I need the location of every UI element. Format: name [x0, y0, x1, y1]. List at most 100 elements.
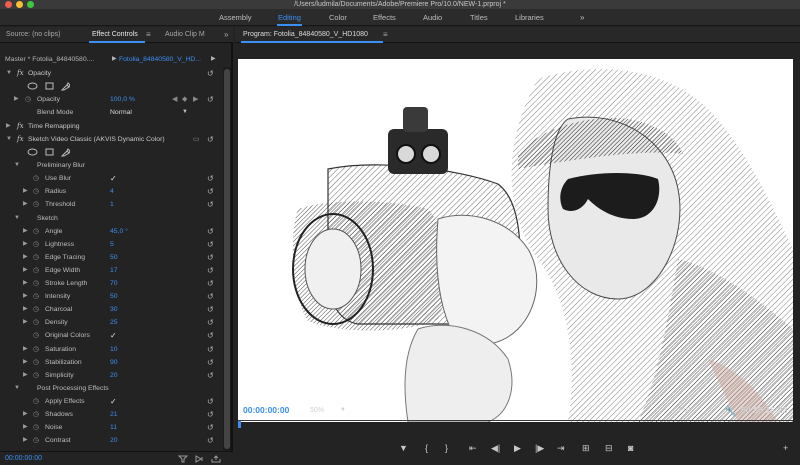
radius-value[interactable]: 4 [110, 185, 114, 198]
prev-keyframe-icon[interactable]: ◀ [172, 93, 177, 106]
lightness-value[interactable]: 5 [110, 238, 114, 251]
expand-triangle-icon[interactable]: ▶ [23, 356, 28, 369]
expand-triangle-icon[interactable]: ▼ [14, 159, 20, 172]
reset-icon[interactable]: ↺ [207, 356, 214, 369]
reset-icon[interactable]: ↺ [207, 172, 214, 185]
expand-triangle-icon[interactable]: ▶ [23, 185, 28, 198]
play-button[interactable]: ▶ [514, 443, 521, 454]
reset-icon[interactable]: ↺ [207, 434, 214, 447]
stroke-length-value[interactable]: 70 [110, 277, 118, 290]
mark-out-icon[interactable]: } [445, 443, 448, 453]
expand-triangle-icon[interactable]: ▶ [23, 277, 28, 290]
charcoal-value[interactable]: 30 [110, 303, 118, 316]
pen-mask-icon[interactable] [61, 82, 70, 91]
chevron-down-icon[interactable]: ▼ [340, 403, 346, 418]
step-forward-icon[interactable]: |▶ [535, 443, 544, 454]
reset-icon[interactable]: ↺ [207, 329, 214, 342]
insert-icon[interactable]: ⊞ [582, 443, 590, 454]
stopwatch-icon[interactable]: ◷ [33, 421, 39, 434]
noise-value[interactable]: 11 [110, 421, 117, 434]
expand-triangle-icon[interactable]: ▶ [23, 251, 28, 264]
effect-controls-menu-icon[interactable]: ≡ [146, 27, 151, 43]
reset-icon[interactable]: ▶ [211, 53, 216, 66]
scrollbar-thumb[interactable] [224, 69, 230, 449]
stopwatch-icon[interactable]: ◷ [33, 329, 39, 342]
playhead[interactable] [238, 421, 241, 428]
stopwatch-icon[interactable]: ◷ [25, 93, 31, 106]
ellipse-mask-icon[interactable] [27, 148, 38, 156]
program-menu-icon[interactable]: ≡ [383, 27, 388, 43]
effect-controls-timecode[interactable]: 00:00:00:00 [5, 452, 42, 465]
reset-icon[interactable]: ↺ [207, 93, 214, 106]
chevron-down-icon[interactable]: ▼ [708, 403, 714, 418]
threshold-value[interactable]: 1 [110, 198, 114, 211]
rectangle-mask-icon[interactable] [45, 148, 54, 156]
expand-triangle-icon[interactable]: ▶ [23, 421, 28, 434]
edge-width-value[interactable]: 17 [110, 264, 118, 277]
use-blur-checkbox[interactable]: ✓ [110, 172, 117, 185]
workspace-audio[interactable]: Audio [423, 9, 442, 26]
expand-triangle-icon[interactable]: ▶ [23, 303, 28, 316]
stopwatch-icon[interactable]: ◷ [33, 356, 39, 369]
ellipse-mask-icon[interactable] [27, 82, 38, 90]
tab-audio-clip-mixer[interactable]: Audio Clip M [165, 27, 205, 43]
playback-resolution-select[interactable]: Full [679, 403, 690, 418]
fx-icon[interactable]: fx [17, 120, 24, 133]
pen-mask-icon[interactable] [61, 148, 70, 157]
opacity-effect-row[interactable]: ▼ fx Opacity ↺ [0, 67, 222, 80]
expand-triangle-icon[interactable]: ▼ [6, 67, 12, 80]
expand-triangle-icon[interactable]: ▶ [23, 198, 28, 211]
stopwatch-icon[interactable]: ◷ [33, 172, 39, 185]
overwrite-icon[interactable]: ⊟ [605, 443, 613, 454]
reset-icon[interactable]: ↺ [207, 303, 214, 316]
simplicity-value[interactable]: 20 [110, 369, 118, 382]
video-preview[interactable] [238, 59, 793, 422]
workspace-more-button[interactable]: » [580, 9, 584, 26]
stopwatch-icon[interactable]: ◷ [33, 343, 39, 356]
wrench-icon[interactable]: 🔧 [725, 406, 736, 417]
angle-value[interactable]: 45,0 ° [110, 225, 128, 238]
reset-icon[interactable]: ↺ [207, 67, 214, 80]
zoom-level-select[interactable]: 50% [310, 403, 324, 418]
reset-icon[interactable]: ↺ [207, 264, 214, 277]
intensity-value[interactable]: 50 [110, 290, 118, 303]
reset-icon[interactable]: ↺ [207, 251, 214, 264]
opacity-value[interactable]: 100,0 % [110, 93, 135, 106]
add-marker-icon[interactable]: ▼ [399, 443, 408, 453]
stopwatch-icon[interactable]: ◷ [33, 185, 39, 198]
workspace-titles[interactable]: Titles [470, 9, 488, 26]
play-audio-icon[interactable] [195, 455, 205, 463]
blend-mode-select[interactable]: Normal [110, 106, 190, 119]
stopwatch-icon[interactable]: ◷ [33, 277, 39, 290]
clip-selector[interactable]: Fotolia_84840580_V_HD... [119, 53, 201, 66]
expand-triangle-icon[interactable]: ▶ [23, 225, 28, 238]
stopwatch-icon[interactable]: ◷ [33, 225, 39, 238]
workspace-effects[interactable]: Effects [373, 9, 396, 26]
reset-icon[interactable]: ↺ [207, 395, 214, 408]
apply-effects-checkbox[interactable]: ✓ [110, 395, 117, 408]
tab-source[interactable]: Source: (no clips) [6, 27, 60, 43]
stopwatch-icon[interactable]: ◷ [33, 316, 39, 329]
stopwatch-icon[interactable]: ◷ [33, 303, 39, 316]
reset-icon[interactable]: ↺ [207, 198, 214, 211]
workspace-color[interactable]: Color [329, 9, 347, 26]
opacity-row[interactable]: ▶ ◷ Opacity 100,0 % ◀ ◆ ▶ ↺ [0, 93, 222, 106]
go-to-in-icon[interactable]: ⇤ [469, 443, 477, 454]
reset-icon[interactable]: ↺ [207, 290, 214, 303]
stopwatch-icon[interactable]: ◷ [33, 264, 39, 277]
stopwatch-icon[interactable]: ◷ [33, 238, 39, 251]
export-icon[interactable] [211, 455, 221, 463]
dropdown-arrow-icon[interactable]: ▶ [112, 53, 117, 66]
time-ruler[interactable] [238, 420, 793, 432]
vertical-scrollbar[interactable] [223, 67, 231, 457]
expand-triangle-icon[interactable]: ▶ [14, 93, 19, 106]
playhead-timecode[interactable]: 00:00:00:00 [243, 403, 289, 418]
reset-icon[interactable]: ↺ [207, 133, 214, 146]
reset-icon[interactable]: ↺ [207, 238, 214, 251]
density-value[interactable]: 25 [110, 316, 118, 329]
add-keyframe-icon[interactable]: ◆ [182, 93, 187, 106]
edge-tracing-value[interactable]: 50 [110, 251, 118, 264]
stopwatch-icon[interactable]: ◷ [33, 408, 39, 421]
shadows-value[interactable]: 21 [110, 408, 118, 421]
expand-triangle-icon[interactable]: ▶ [23, 290, 28, 303]
